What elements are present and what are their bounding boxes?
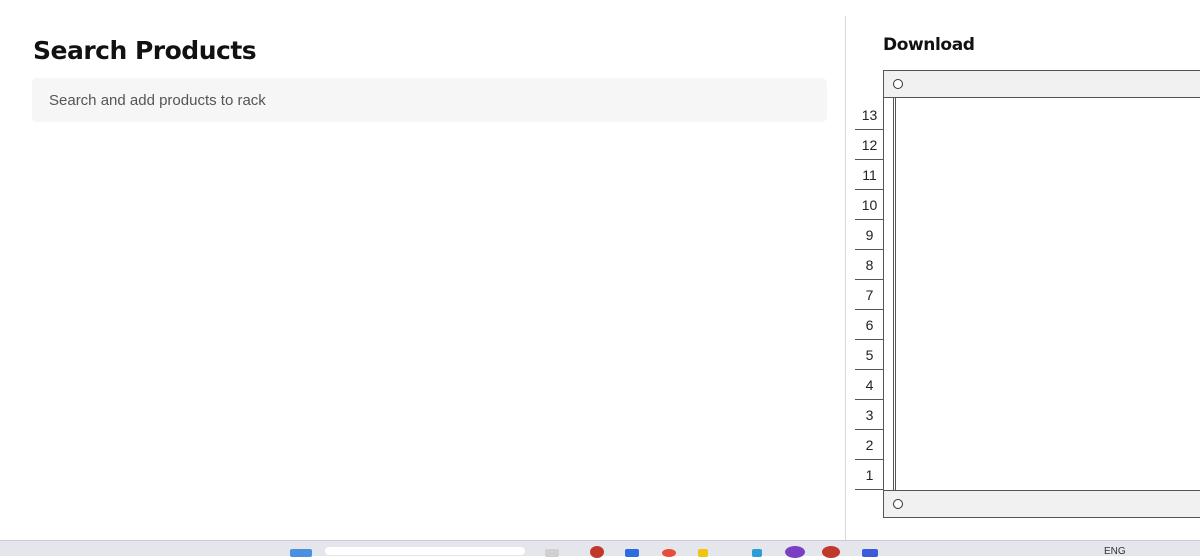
page-title: Search Products (33, 36, 257, 65)
rack-unit-label: 5 (855, 340, 884, 370)
search-input[interactable] (47, 90, 812, 110)
teams-icon[interactable] (785, 546, 805, 558)
rack-unit-label: 3 (855, 400, 884, 430)
rack-unit-label: 13 (855, 100, 884, 130)
rack-unit-label: 11 (855, 160, 884, 190)
app-icon-3[interactable] (822, 546, 840, 558)
rack-unit-label: 8 (855, 250, 884, 280)
rack-rail (893, 97, 894, 491)
rack-bottom-cap (883, 490, 1200, 518)
search-bar[interactable] (325, 547, 525, 555)
rack-unit-label: 10 (855, 190, 884, 220)
rack-top-cap (883, 70, 1200, 98)
rack-hole-icon (893, 79, 903, 89)
language-indicator[interactable]: ENG (1104, 546, 1126, 557)
download-button[interactable]: Download (883, 35, 975, 55)
rack-unit-label: 7 (855, 280, 884, 310)
search-box[interactable] (32, 78, 827, 122)
rack-unit-label: 1 (855, 460, 884, 490)
rack-rail (895, 97, 896, 491)
rack-unit-label: 9 (855, 220, 884, 250)
taskbar: ENG (0, 540, 1200, 558)
rack-unit-label: 12 (855, 130, 884, 160)
file-explorer-icon[interactable] (545, 549, 559, 557)
app-icon-4[interactable] (862, 549, 878, 557)
app-icon-2[interactable] (752, 549, 762, 557)
app-icon[interactable] (590, 546, 604, 558)
rack-unit-label: 6 (855, 310, 884, 340)
rack-unit-label: 2 (855, 430, 884, 460)
edge-icon[interactable] (625, 549, 639, 557)
panel-divider (845, 16, 846, 540)
chrome-icon[interactable] (662, 549, 676, 557)
rack-hole-icon (893, 499, 903, 509)
rack-unit-numbers: 13 12 11 10 9 8 7 6 5 4 3 2 1 (855, 100, 884, 490)
windows-icon[interactable] (290, 549, 312, 557)
folder-icon[interactable] (698, 549, 708, 557)
rack-unit-label: 4 (855, 370, 884, 400)
